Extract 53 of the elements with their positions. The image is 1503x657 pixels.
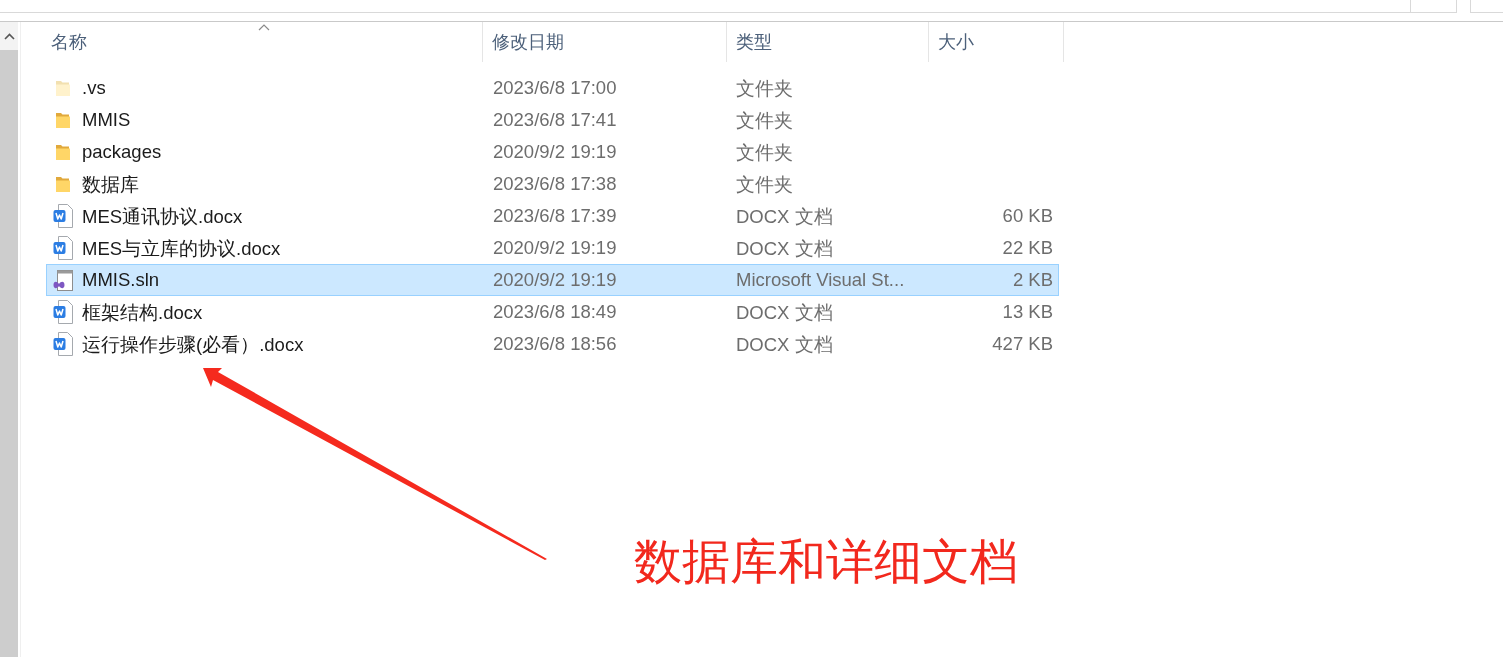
file-size: 427 KB: [992, 333, 1053, 354]
file-row[interactable]: MES通讯协议.docx 2023/6/8 17:39 DOCX 文档 60 KB: [46, 200, 1059, 232]
sort-caret-icon: [258, 24, 270, 31]
file-type: 文件夹: [736, 109, 793, 131]
column-header[interactable]: 名称: [46, 22, 483, 62]
file-name: MMIS.sln: [82, 269, 160, 291]
modified-date: 2020/9/2 19:19: [493, 237, 617, 258]
file-type: Microsoft Visual St...: [736, 269, 905, 290]
file-row[interactable]: MES与立库的协议.docx 2020/9/2 19:19 DOCX 文档 22 KB: [46, 232, 1059, 264]
file-name: 框架结构.docx: [82, 300, 203, 325]
file-name: packages: [82, 141, 162, 163]
file-type: DOCX 文档: [736, 237, 833, 259]
file-type: 文件夹: [736, 173, 793, 195]
file-row[interactable]: MMIS.sln 2020/9/2 19:19 Microsoft Visual St... 2 KB: [46, 264, 1059, 296]
column-header[interactable]: 修改日期: [483, 22, 727, 62]
search-field[interactable]: [1470, 0, 1503, 13]
file-row[interactable]: .vs 2023/6/8 17:00 文件夹: [46, 72, 1059, 104]
file-name: .vs: [82, 77, 106, 99]
column-header[interactable]: 类型: [727, 22, 929, 62]
file-size: 13 KB: [1002, 301, 1053, 322]
annotation-text: 数据库和详细文档: [634, 535, 1018, 588]
toolbar-button[interactable]: [1411, 0, 1457, 13]
file-name: MES通讯协议.docx: [82, 204, 243, 229]
file-name: MMIS: [82, 109, 131, 131]
file-name: MES与立库的协议.docx: [82, 236, 281, 261]
file-row[interactable]: 框架结构.docx 2023/6/8 18:49 DOCX 文档 13 KB: [46, 296, 1059, 328]
modified-date: 2023/6/8 17:00: [493, 77, 617, 98]
file-size: 60 KB: [1002, 205, 1053, 226]
modified-date: 2020/9/2 19:19: [493, 269, 617, 290]
modified-date: 2023/6/8 18:56: [493, 333, 617, 354]
file-type: 文件夹: [736, 77, 793, 99]
file-type: DOCX 文档: [736, 301, 833, 323]
modified-date: 2023/6/8 17:38: [493, 173, 617, 194]
file-row[interactable]: 数据库 2023/6/8 17:38 文件夹: [46, 168, 1059, 200]
modified-date: 2020/9/2 19:19: [493, 141, 617, 162]
file-row[interactable]: MMIS 2023/6/8 17:41 文件夹: [46, 104, 1059, 136]
file-type: DOCX 文档: [736, 205, 833, 227]
file-size: 2 KB: [1012, 269, 1053, 290]
scrollbar-thumb[interactable]: [0, 50, 18, 657]
modified-date: 2023/6/8 17:39: [493, 205, 617, 226]
scroll-up-button[interactable]: [0, 22, 18, 50]
address-field[interactable]: [0, 0, 1411, 13]
column-header[interactable]: 大小: [929, 22, 1064, 62]
file-type: DOCX 文档: [736, 333, 833, 355]
caret-up-icon: [3, 32, 15, 40]
file-row[interactable]: 运行操作步骤(必看）.docx 2023/6/8 18:56 DOCX 文档 427 KB: [46, 328, 1059, 360]
file-type: 文件夹: [736, 141, 793, 163]
file-size: 22 KB: [1002, 237, 1053, 258]
modified-date: 2023/6/8 17:41: [493, 109, 617, 130]
file-name: 数据库: [82, 172, 139, 197]
file-name: 运行操作步骤(必看）.docx: [82, 332, 304, 357]
modified-date: 2023/6/8 18:49: [493, 301, 617, 322]
file-row[interactable]: packages 2020/9/2 19:19 文件夹: [46, 136, 1059, 168]
